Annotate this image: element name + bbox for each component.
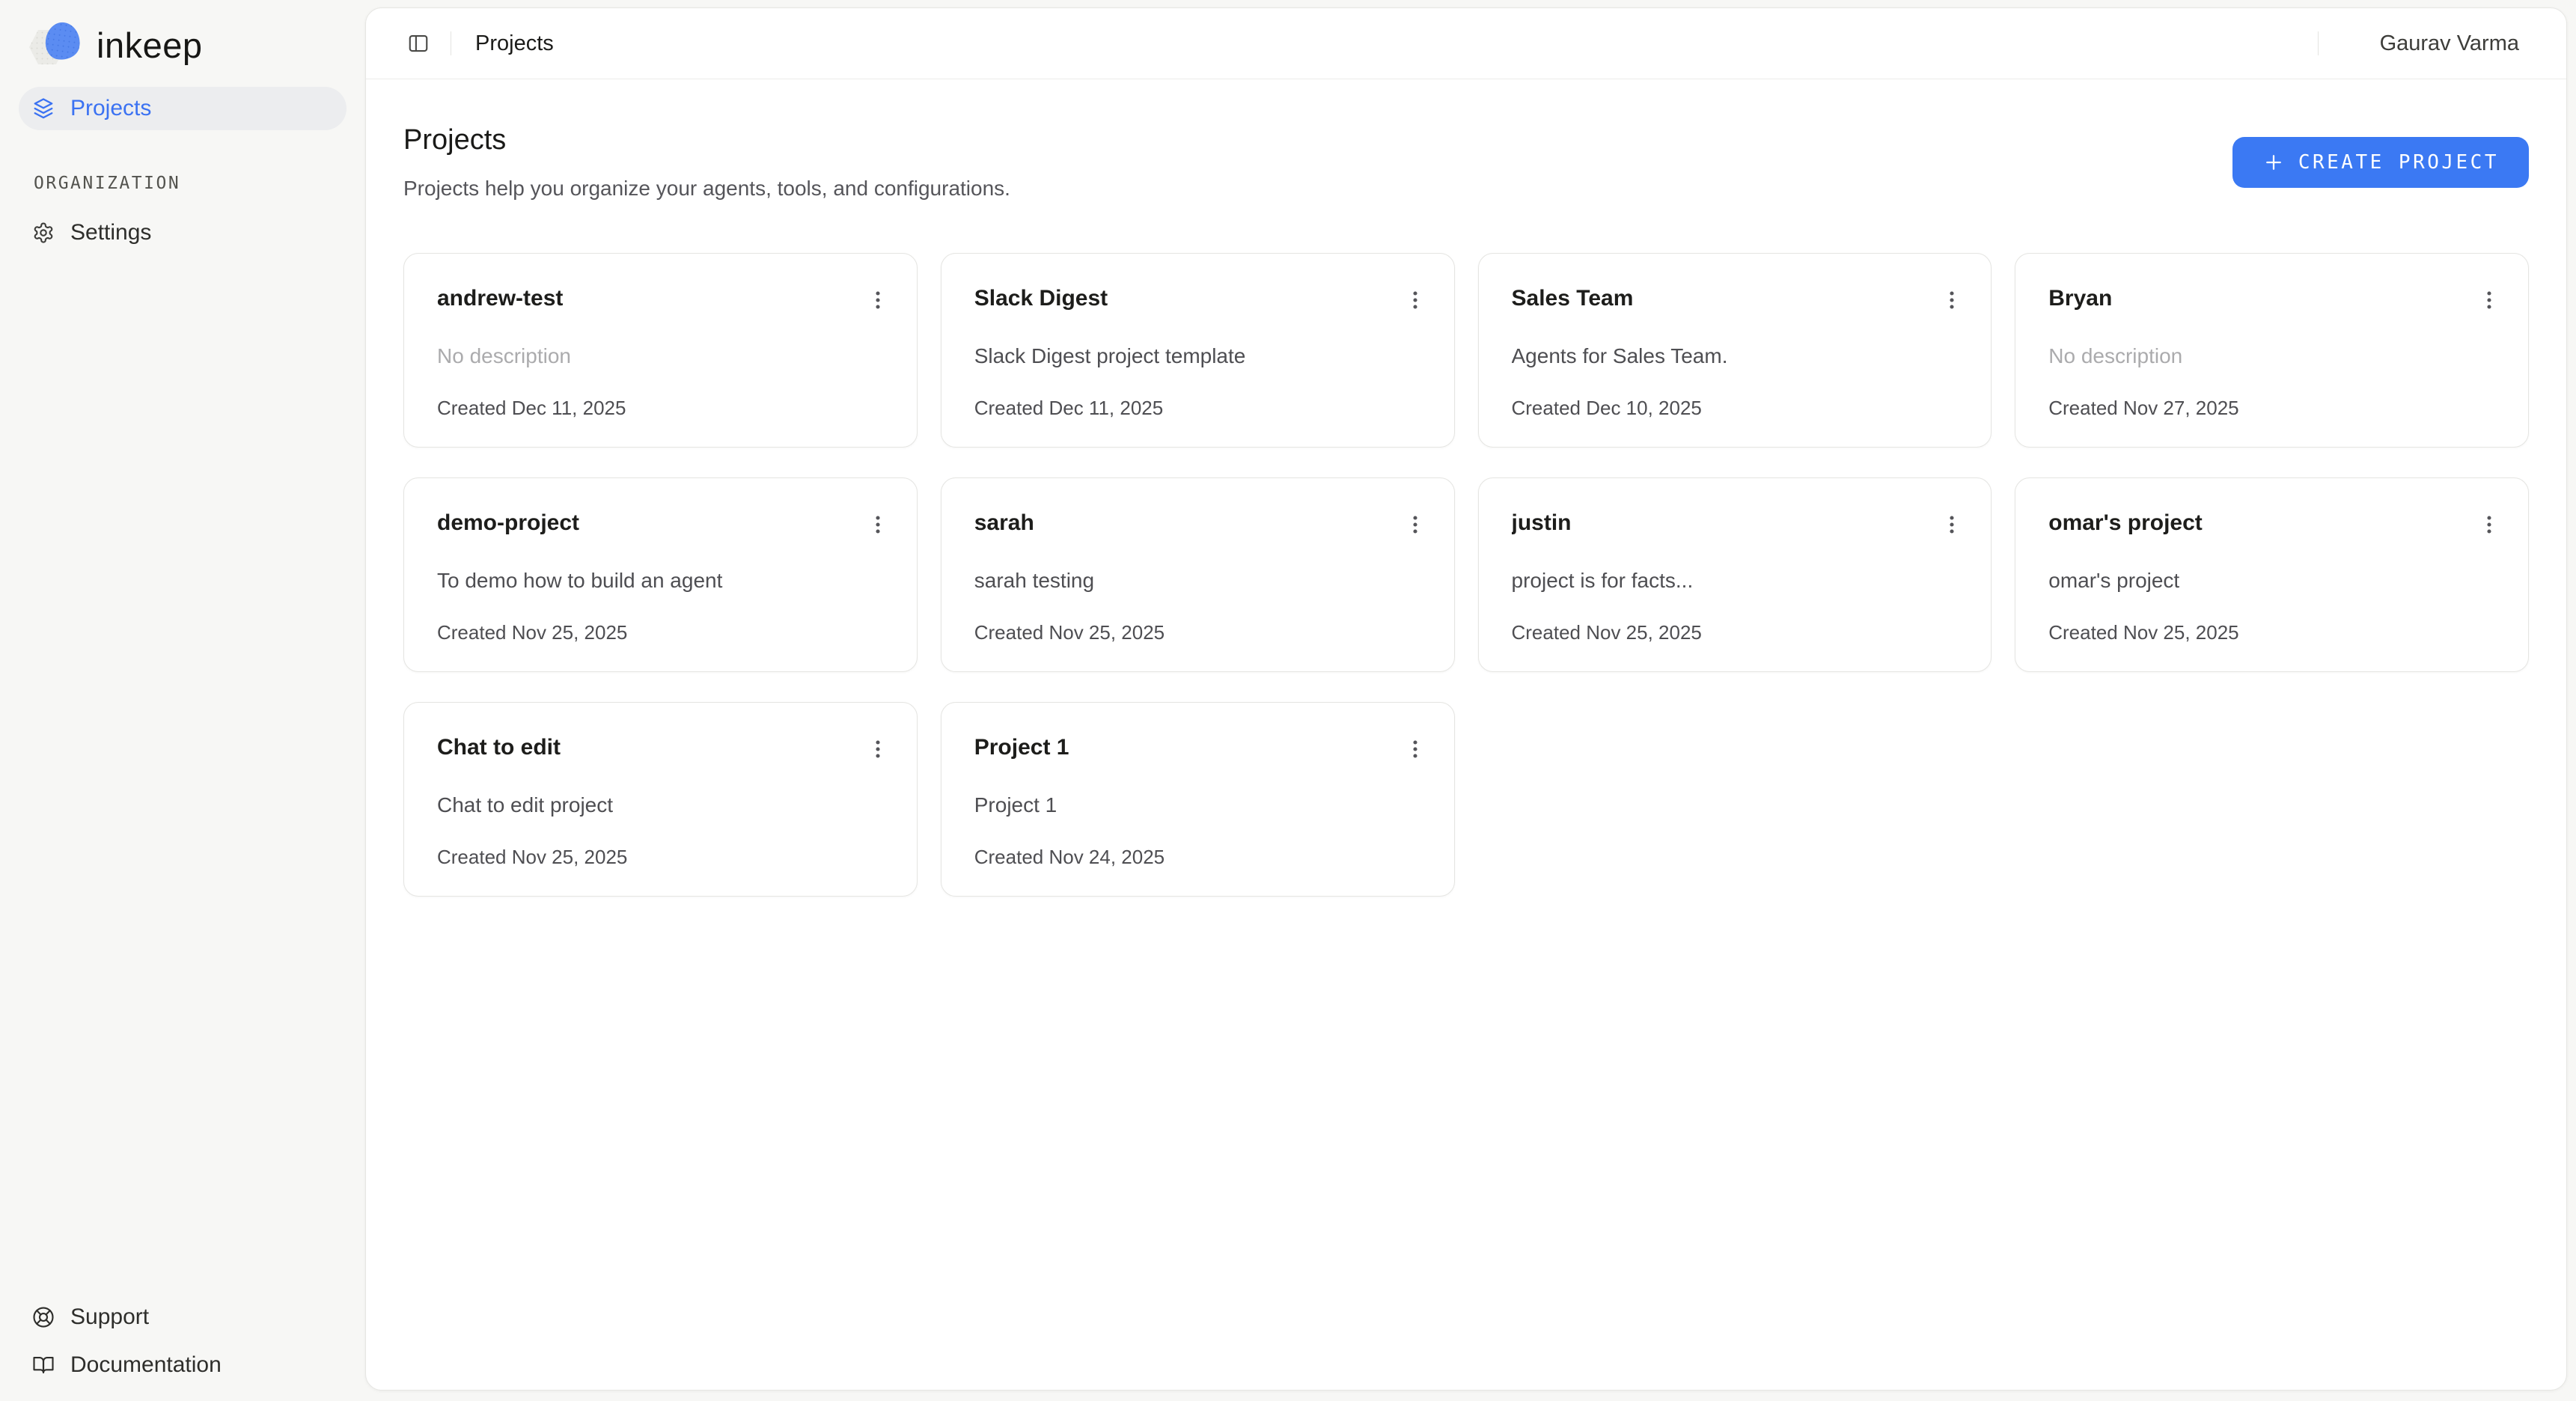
create-project-button[interactable]: CREATE PROJECT bbox=[2232, 137, 2529, 188]
project-description: To demo how to build an agent bbox=[437, 568, 884, 593]
project-name: Bryan bbox=[2048, 285, 2495, 312]
project-card[interactable]: Chat to edit Chat to edit project Create… bbox=[403, 702, 918, 897]
brand-logo: inkeep bbox=[29, 21, 347, 69]
project-name: Sales Team bbox=[1512, 285, 1959, 312]
project-created-date: Created Dec 10, 2025 bbox=[1512, 397, 1959, 419]
project-name: justin bbox=[1512, 510, 1959, 537]
sidebar-item-label: Support bbox=[70, 1304, 149, 1330]
lifebuoy-icon bbox=[32, 1306, 55, 1328]
project-description: project is for facts... bbox=[1512, 568, 1959, 593]
project-name: andrew-test bbox=[437, 285, 884, 312]
project-menu-button[interactable] bbox=[1935, 508, 1968, 541]
sidebar-item-label: Settings bbox=[70, 220, 151, 245]
sidebar-item-documentation[interactable]: Documentation bbox=[19, 1341, 347, 1389]
project-description: No description bbox=[2048, 344, 2495, 369]
project-card[interactable]: andrew-test No description Created Dec 1… bbox=[403, 253, 918, 448]
project-description: No description bbox=[437, 344, 884, 369]
sidebar-item-projects[interactable]: Projects bbox=[19, 87, 347, 130]
project-card[interactable]: sarah sarah testing Created Nov 25, 2025 bbox=[941, 477, 1455, 672]
project-menu-button[interactable] bbox=[2473, 508, 2506, 541]
project-card[interactable]: Slack Digest Slack Digest project templa… bbox=[941, 253, 1455, 448]
project-created-date: Created Nov 24, 2025 bbox=[974, 846, 1421, 868]
project-name: Project 1 bbox=[974, 734, 1421, 761]
main-panel: Projects Gaurav Varma Projects Projects … bbox=[365, 7, 2567, 1391]
project-menu-button[interactable] bbox=[861, 733, 894, 766]
page-header-text: Projects Projects help you organize your… bbox=[403, 124, 1010, 201]
layers-icon bbox=[32, 97, 55, 120]
project-created-date: Created Nov 25, 2025 bbox=[974, 621, 1421, 644]
page-title: Projects bbox=[403, 124, 1010, 156]
project-created-date: Created Dec 11, 2025 bbox=[974, 397, 1421, 419]
gear-icon bbox=[32, 222, 55, 244]
project-card[interactable]: omar's project omar's project Created No… bbox=[2015, 477, 2529, 672]
project-menu-button[interactable] bbox=[1399, 733, 1432, 766]
project-description: Agents for Sales Team. bbox=[1512, 344, 1959, 369]
project-menu-button[interactable] bbox=[1399, 284, 1432, 317]
topbar-right-divider bbox=[2318, 31, 2319, 55]
sidebar: inkeep Projects ORGANIZATION Settings bbox=[0, 0, 365, 1401]
project-card[interactable]: demo-project To demo how to build an age… bbox=[403, 477, 918, 672]
project-card[interactable]: Project 1 Project 1 Created Nov 24, 2025 bbox=[941, 702, 1455, 897]
project-name: sarah bbox=[974, 510, 1421, 537]
book-open-icon bbox=[32, 1354, 55, 1376]
user-menu[interactable]: Gaurav Varma bbox=[2380, 31, 2519, 56]
project-description: Chat to edit project bbox=[437, 793, 884, 818]
project-created-date: Created Nov 25, 2025 bbox=[2048, 621, 2495, 644]
sidebar-item-settings[interactable]: Settings bbox=[19, 211, 347, 254]
project-created-date: Created Nov 25, 2025 bbox=[437, 846, 884, 868]
project-card[interactable]: Sales Team Agents for Sales Team. Create… bbox=[1478, 253, 1992, 448]
project-menu-button[interactable] bbox=[861, 508, 894, 541]
project-menu-button[interactable] bbox=[1399, 508, 1432, 541]
project-name: omar's project bbox=[2048, 510, 2495, 537]
project-card[interactable]: justin project is for facts... Created N… bbox=[1478, 477, 1992, 672]
page-subtitle: Projects help you organize your agents, … bbox=[403, 177, 1010, 201]
sidebar-item-support[interactable]: Support bbox=[19, 1293, 347, 1341]
plus-icon bbox=[2262, 151, 2285, 174]
project-description: Slack Digest project template bbox=[974, 344, 1421, 369]
create-project-label: CREATE PROJECT bbox=[2298, 151, 2499, 174]
project-created-date: Created Nov 27, 2025 bbox=[2048, 397, 2495, 419]
project-name: Chat to edit bbox=[437, 734, 884, 761]
project-description: Project 1 bbox=[974, 793, 1421, 818]
project-description: sarah testing bbox=[974, 568, 1421, 593]
project-menu-button[interactable] bbox=[1935, 284, 1968, 317]
brand-name: inkeep bbox=[97, 25, 203, 66]
projects-grid: andrew-test No description Created Dec 1… bbox=[403, 253, 2529, 897]
page-content: Projects Projects help you organize your… bbox=[366, 79, 2566, 1390]
sidebar-item-label: Projects bbox=[70, 96, 151, 121]
project-created-date: Created Dec 11, 2025 bbox=[437, 397, 884, 419]
breadcrumb: Projects bbox=[475, 31, 554, 56]
project-created-date: Created Nov 25, 2025 bbox=[437, 621, 884, 644]
project-menu-button[interactable] bbox=[861, 284, 894, 317]
project-menu-button[interactable] bbox=[2473, 284, 2506, 317]
project-created-date: Created Nov 25, 2025 bbox=[1512, 621, 1959, 644]
sidebar-section-label: ORGANIZATION bbox=[34, 174, 347, 193]
inkeep-logo-icon bbox=[29, 21, 85, 69]
sidebar-toggle-button[interactable] bbox=[407, 32, 430, 55]
topbar: Projects Gaurav Varma bbox=[366, 8, 2566, 79]
project-name: Slack Digest bbox=[974, 285, 1421, 312]
sidebar-item-label: Documentation bbox=[70, 1352, 222, 1378]
project-card[interactable]: Bryan No description Created Nov 27, 202… bbox=[2015, 253, 2529, 448]
project-name: demo-project bbox=[437, 510, 884, 537]
project-description: omar's project bbox=[2048, 568, 2495, 593]
